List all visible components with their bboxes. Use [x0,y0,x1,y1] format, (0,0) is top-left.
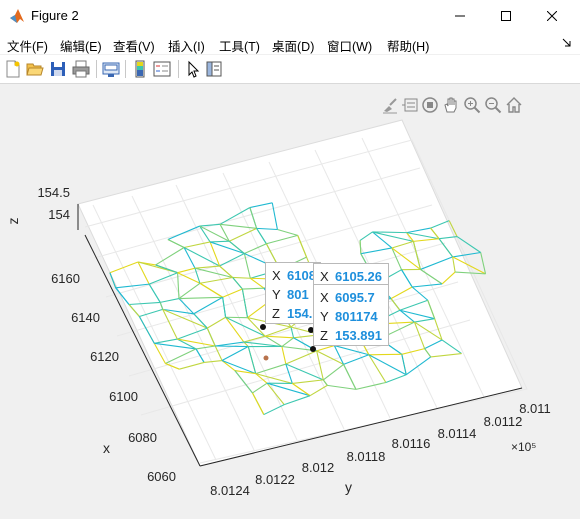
menu-view[interactable]: 查看(V) [113,36,155,55]
insert-colorbar-icon[interactable] [131,60,149,78]
datatip-x-label: X [320,290,329,305]
rotate-3d-icon[interactable] [421,96,439,114]
data-tips-icon[interactable] [401,96,419,114]
menu-bar: 文件(F) 编辑(E) 查看(V) 插入(I) 工具(T) 桌面(D) 窗口(W… [0,32,580,54]
datatip-y-label: Y [320,309,329,324]
restore-view-icon[interactable] [505,96,523,114]
pan-icon[interactable] [442,96,460,114]
datatip-x-value: 6095.7 [335,290,375,305]
menu-window[interactable]: 窗口(W) [327,36,372,55]
dock-arrow-icon[interactable] [562,37,572,47]
toolbar-separator [96,60,97,78]
datatip-y-label: Y [272,287,281,302]
menu-insert[interactable]: 插入(I) [168,36,205,55]
datatip-y-value: 801174 [335,309,378,324]
datatip-x-value: 6108 [287,268,316,283]
brush-icon[interactable] [381,96,399,114]
datatip-z-label: Z [272,306,280,321]
link-plot-icon[interactable] [102,60,120,78]
datatip-y-value: 801 [287,287,309,302]
menu-edit[interactable]: 编辑(E) [60,36,102,55]
datatip-z-value: 153.891 [335,328,382,343]
menu-desktop[interactable]: 桌面(D) [272,36,314,55]
maximize-icon [501,11,511,21]
datatip-3[interactable]: X 6095.7 Y 801174 Z 153.891 [313,284,389,346]
window-title: Figure 2 [31,8,79,23]
insert-legend-icon[interactable] [153,60,171,78]
menu-help[interactable]: 帮助(H) [387,36,429,55]
new-figure-icon[interactable] [4,60,22,78]
toolbar-separator [178,60,179,78]
minimize-button[interactable] [437,0,483,32]
property-inspector-icon[interactable] [205,60,223,78]
close-button[interactable] [529,0,575,32]
edit-plot-icon[interactable] [184,60,202,78]
menu-file[interactable]: 文件(F) [7,36,48,55]
maximize-button[interactable] [483,0,529,32]
menu-tools[interactable]: 工具(T) [219,36,260,55]
save-icon[interactable] [49,60,67,78]
print-icon[interactable] [72,60,90,78]
close-icon [547,11,557,21]
zoom-out-icon[interactable] [484,96,502,114]
figure-toolbar [0,55,580,84]
matlab-logo-icon [10,9,24,23]
datatip-z-value: 154. [287,306,313,321]
datatip-z-label: Z [320,328,328,343]
datatip-x-value: 6105.26 [335,269,382,284]
datatip-x-label: X [272,268,281,283]
title-bar: Figure 2 [0,0,580,32]
minimize-icon [455,15,465,17]
zoom-in-icon[interactable] [463,96,481,114]
open-file-icon[interactable] [26,60,44,78]
toolbar-separator [125,60,126,78]
